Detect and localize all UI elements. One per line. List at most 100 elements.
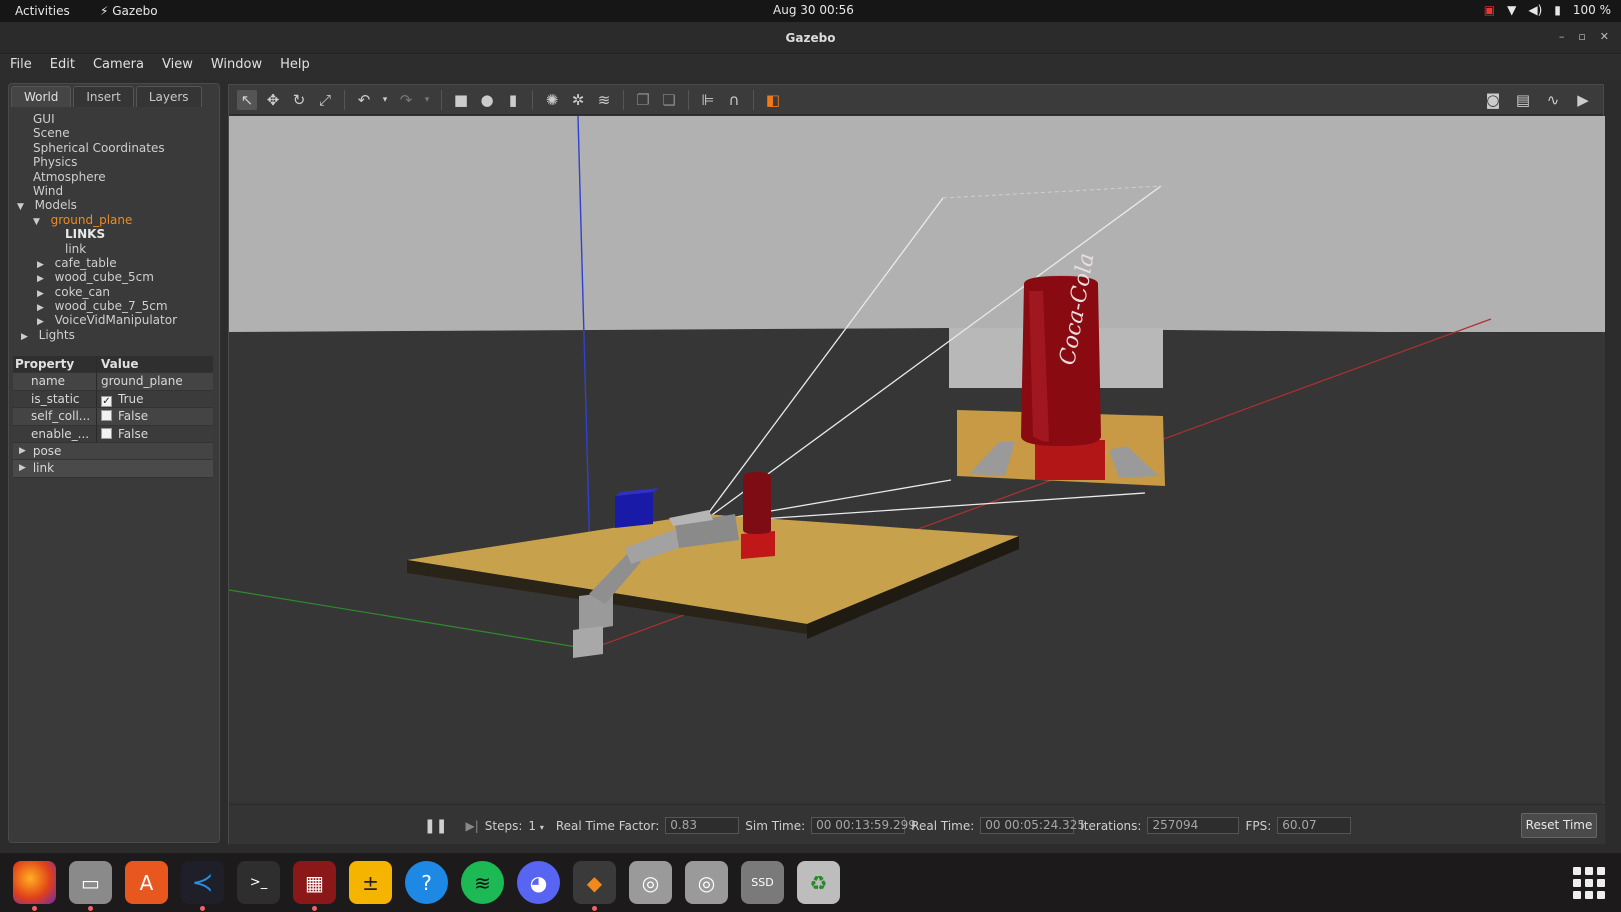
tree-label-ground-plane: ground_plane bbox=[50, 212, 133, 227]
property-key: name bbox=[13, 373, 97, 390]
steps-spinbox[interactable]: 1 ▾ bbox=[528, 819, 543, 833]
tree-item-wind[interactable]: Wind bbox=[9, 184, 219, 198]
realtime-field[interactable]: 00 00:05:24.325 bbox=[980, 817, 1085, 834]
tab-world[interactable]: World bbox=[11, 86, 72, 107]
tree-item-physics[interactable]: Physics bbox=[9, 155, 219, 169]
menu-help[interactable]: Help bbox=[270, 54, 318, 80]
tree-item-coke-can[interactable]: ▶ coke_can bbox=[9, 285, 219, 299]
undo-icon[interactable]: ↶ bbox=[354, 90, 374, 110]
record-video-icon[interactable]: ▶ bbox=[1573, 90, 1593, 110]
copy-icon[interactable]: ❐ bbox=[633, 90, 653, 110]
rotate-mode-icon[interactable]: ↻ bbox=[289, 90, 309, 110]
tree-item-wood-cube-7-5cm[interactable]: ▶ wood_cube_7_5cm bbox=[9, 299, 219, 313]
log-data-icon[interactable]: ▤ bbox=[1513, 90, 1533, 110]
trash-icon[interactable]: ♻ bbox=[797, 861, 840, 904]
maximize-icon[interactable]: ▫ bbox=[1578, 30, 1585, 43]
tree-item-atmosphere[interactable]: Atmosphere bbox=[9, 170, 219, 184]
rviz-icon[interactable]: ▦ bbox=[293, 861, 336, 911]
point-light-icon[interactable]: ✺ bbox=[542, 90, 562, 110]
undo-history-chevron-icon[interactable]: ▾ bbox=[380, 90, 390, 110]
app-menu[interactable]: ⚡ Gazebo bbox=[100, 4, 158, 18]
self-collide-checkbox[interactable] bbox=[101, 410, 112, 422]
running-indicator bbox=[312, 906, 317, 911]
notes-icon: ▣ bbox=[1483, 3, 1496, 17]
chevron-right-icon[interactable]: ▶ bbox=[19, 460, 29, 476]
spotify-icon[interactable]: ≋ bbox=[461, 861, 504, 904]
status-area[interactable]: ▣ ▼ ◀) ▮ 100 % bbox=[1484, 3, 1611, 17]
scale-mode-icon[interactable]: ⤢ bbox=[315, 90, 335, 110]
toolbar-divider bbox=[441, 89, 442, 110]
property-row-link[interactable]: ▶ link bbox=[13, 460, 213, 478]
tree-item-link[interactable]: link bbox=[9, 242, 219, 256]
plot-icon[interactable]: ∿ bbox=[1543, 90, 1563, 110]
tree-item-wood-cube-5cm[interactable]: ▶ wood_cube_5cm bbox=[9, 270, 219, 284]
select-mode-icon[interactable]: ↖ bbox=[237, 89, 257, 110]
disk-icon-1[interactable]: ◎ bbox=[629, 861, 672, 904]
tree-item-models[interactable]: ▼ Models bbox=[9, 198, 219, 212]
align-icon[interactable]: ⊫ bbox=[698, 90, 718, 110]
tree-label-voice-manipulator: VoiceVidManipulator bbox=[54, 313, 178, 328]
redo-icon[interactable]: ↷ bbox=[396, 90, 416, 110]
app-center-icon[interactable]: A bbox=[125, 861, 168, 904]
spot-light-icon[interactable]: ✲ bbox=[568, 90, 588, 110]
vscode-icon[interactable]: ≺ bbox=[181, 861, 224, 911]
help-icon[interactable]: ? bbox=[405, 861, 448, 904]
screenshot-icon[interactable]: ◙ bbox=[1483, 90, 1503, 110]
app-menu-label: Gazebo bbox=[112, 4, 158, 18]
tree-item-cafe-table[interactable]: ▶ cafe_table bbox=[9, 256, 219, 270]
tree-item-scene[interactable]: Scene bbox=[9, 126, 219, 140]
iterations-field[interactable]: 257094 bbox=[1147, 817, 1240, 834]
minimize-icon[interactable]: – bbox=[1559, 30, 1565, 43]
menu-camera[interactable]: Camera bbox=[83, 54, 152, 80]
chevron-right-icon[interactable]: ▶ bbox=[21, 330, 31, 344]
calculator-icon[interactable]: ± bbox=[349, 861, 392, 904]
clock[interactable]: Aug 30 00:56 bbox=[773, 3, 854, 17]
redo-history-chevron-icon[interactable]: ▾ bbox=[422, 90, 432, 110]
firefox-icon[interactable] bbox=[13, 861, 56, 911]
gazebo-icon[interactable]: ◆ bbox=[573, 861, 616, 911]
property-row-pose[interactable]: ▶ pose bbox=[13, 442, 213, 461]
sphere-shape-icon[interactable]: ● bbox=[477, 90, 497, 110]
tab-layers[interactable]: Layers bbox=[135, 86, 202, 107]
reset-time-button[interactable]: Reset Time bbox=[1521, 813, 1597, 838]
chevron-down-icon: ▾ bbox=[539, 822, 544, 832]
paste-icon[interactable]: ❏ bbox=[659, 90, 679, 110]
menu-view[interactable]: View bbox=[152, 54, 201, 80]
discord-icon[interactable]: ◕ bbox=[517, 861, 560, 904]
menu-file[interactable]: File bbox=[0, 54, 40, 80]
activities-button[interactable]: Activities bbox=[15, 4, 70, 18]
tree-item-voice-manipulator[interactable]: ▶ VoiceVidManipulator bbox=[9, 313, 219, 327]
disk-icon-2[interactable]: ◎ bbox=[685, 861, 728, 904]
menu-window[interactable]: Window bbox=[201, 54, 270, 80]
show-apps-icon[interactable] bbox=[1573, 867, 1605, 899]
terminal-icon[interactable]: >_ bbox=[237, 861, 280, 904]
rtf-field[interactable]: 0.83 bbox=[665, 817, 740, 834]
chevron-down-icon[interactable]: ▼ bbox=[33, 215, 43, 229]
snap-icon[interactable]: ∩ bbox=[724, 90, 744, 110]
tree-item-ground-plane[interactable]: ▼ ground_plane bbox=[9, 213, 219, 227]
tab-insert[interactable]: Insert bbox=[73, 86, 134, 107]
tree-item-gui[interactable]: GUI bbox=[9, 112, 219, 126]
step-icon[interactable]: ▶| bbox=[465, 819, 478, 833]
3d-scene[interactable]: Coca-Cola bbox=[229, 116, 1605, 802]
chevron-down-icon[interactable]: ▼ bbox=[17, 200, 27, 214]
chevron-right-icon[interactable]: ▶ bbox=[19, 443, 29, 459]
property-value-field[interactable]: ground_plane bbox=[97, 373, 213, 389]
directional-light-icon[interactable]: ≋ bbox=[594, 90, 614, 110]
menu-edit[interactable]: Edit bbox=[40, 54, 83, 80]
enable-wind-checkbox[interactable] bbox=[101, 427, 112, 439]
tree-item-lights[interactable]: ▶ Lights bbox=[9, 328, 219, 342]
ssd-drive-icon[interactable]: SSD bbox=[741, 861, 784, 904]
files-icon[interactable]: ▭ bbox=[69, 861, 112, 911]
tree-item-spherical[interactable]: Spherical Coordinates bbox=[9, 141, 219, 155]
cylinder-shape-icon[interactable]: ▮ bbox=[503, 90, 523, 110]
box-shape-icon[interactable]: ■ bbox=[451, 90, 471, 110]
view-angle-icon[interactable]: ◧ bbox=[763, 90, 783, 110]
simtime-field[interactable]: 00 00:13:59.299 bbox=[811, 817, 916, 834]
close-icon[interactable]: ✕ bbox=[1600, 30, 1609, 43]
wifi-icon: ▼ bbox=[1507, 3, 1517, 17]
translate-mode-icon[interactable]: ✥ bbox=[263, 90, 283, 110]
pause-icon[interactable]: ❚❚ bbox=[424, 818, 447, 834]
is-static-checkbox[interactable]: ✓ bbox=[101, 395, 112, 407]
fps-field[interactable]: 60.07 bbox=[1277, 817, 1352, 834]
